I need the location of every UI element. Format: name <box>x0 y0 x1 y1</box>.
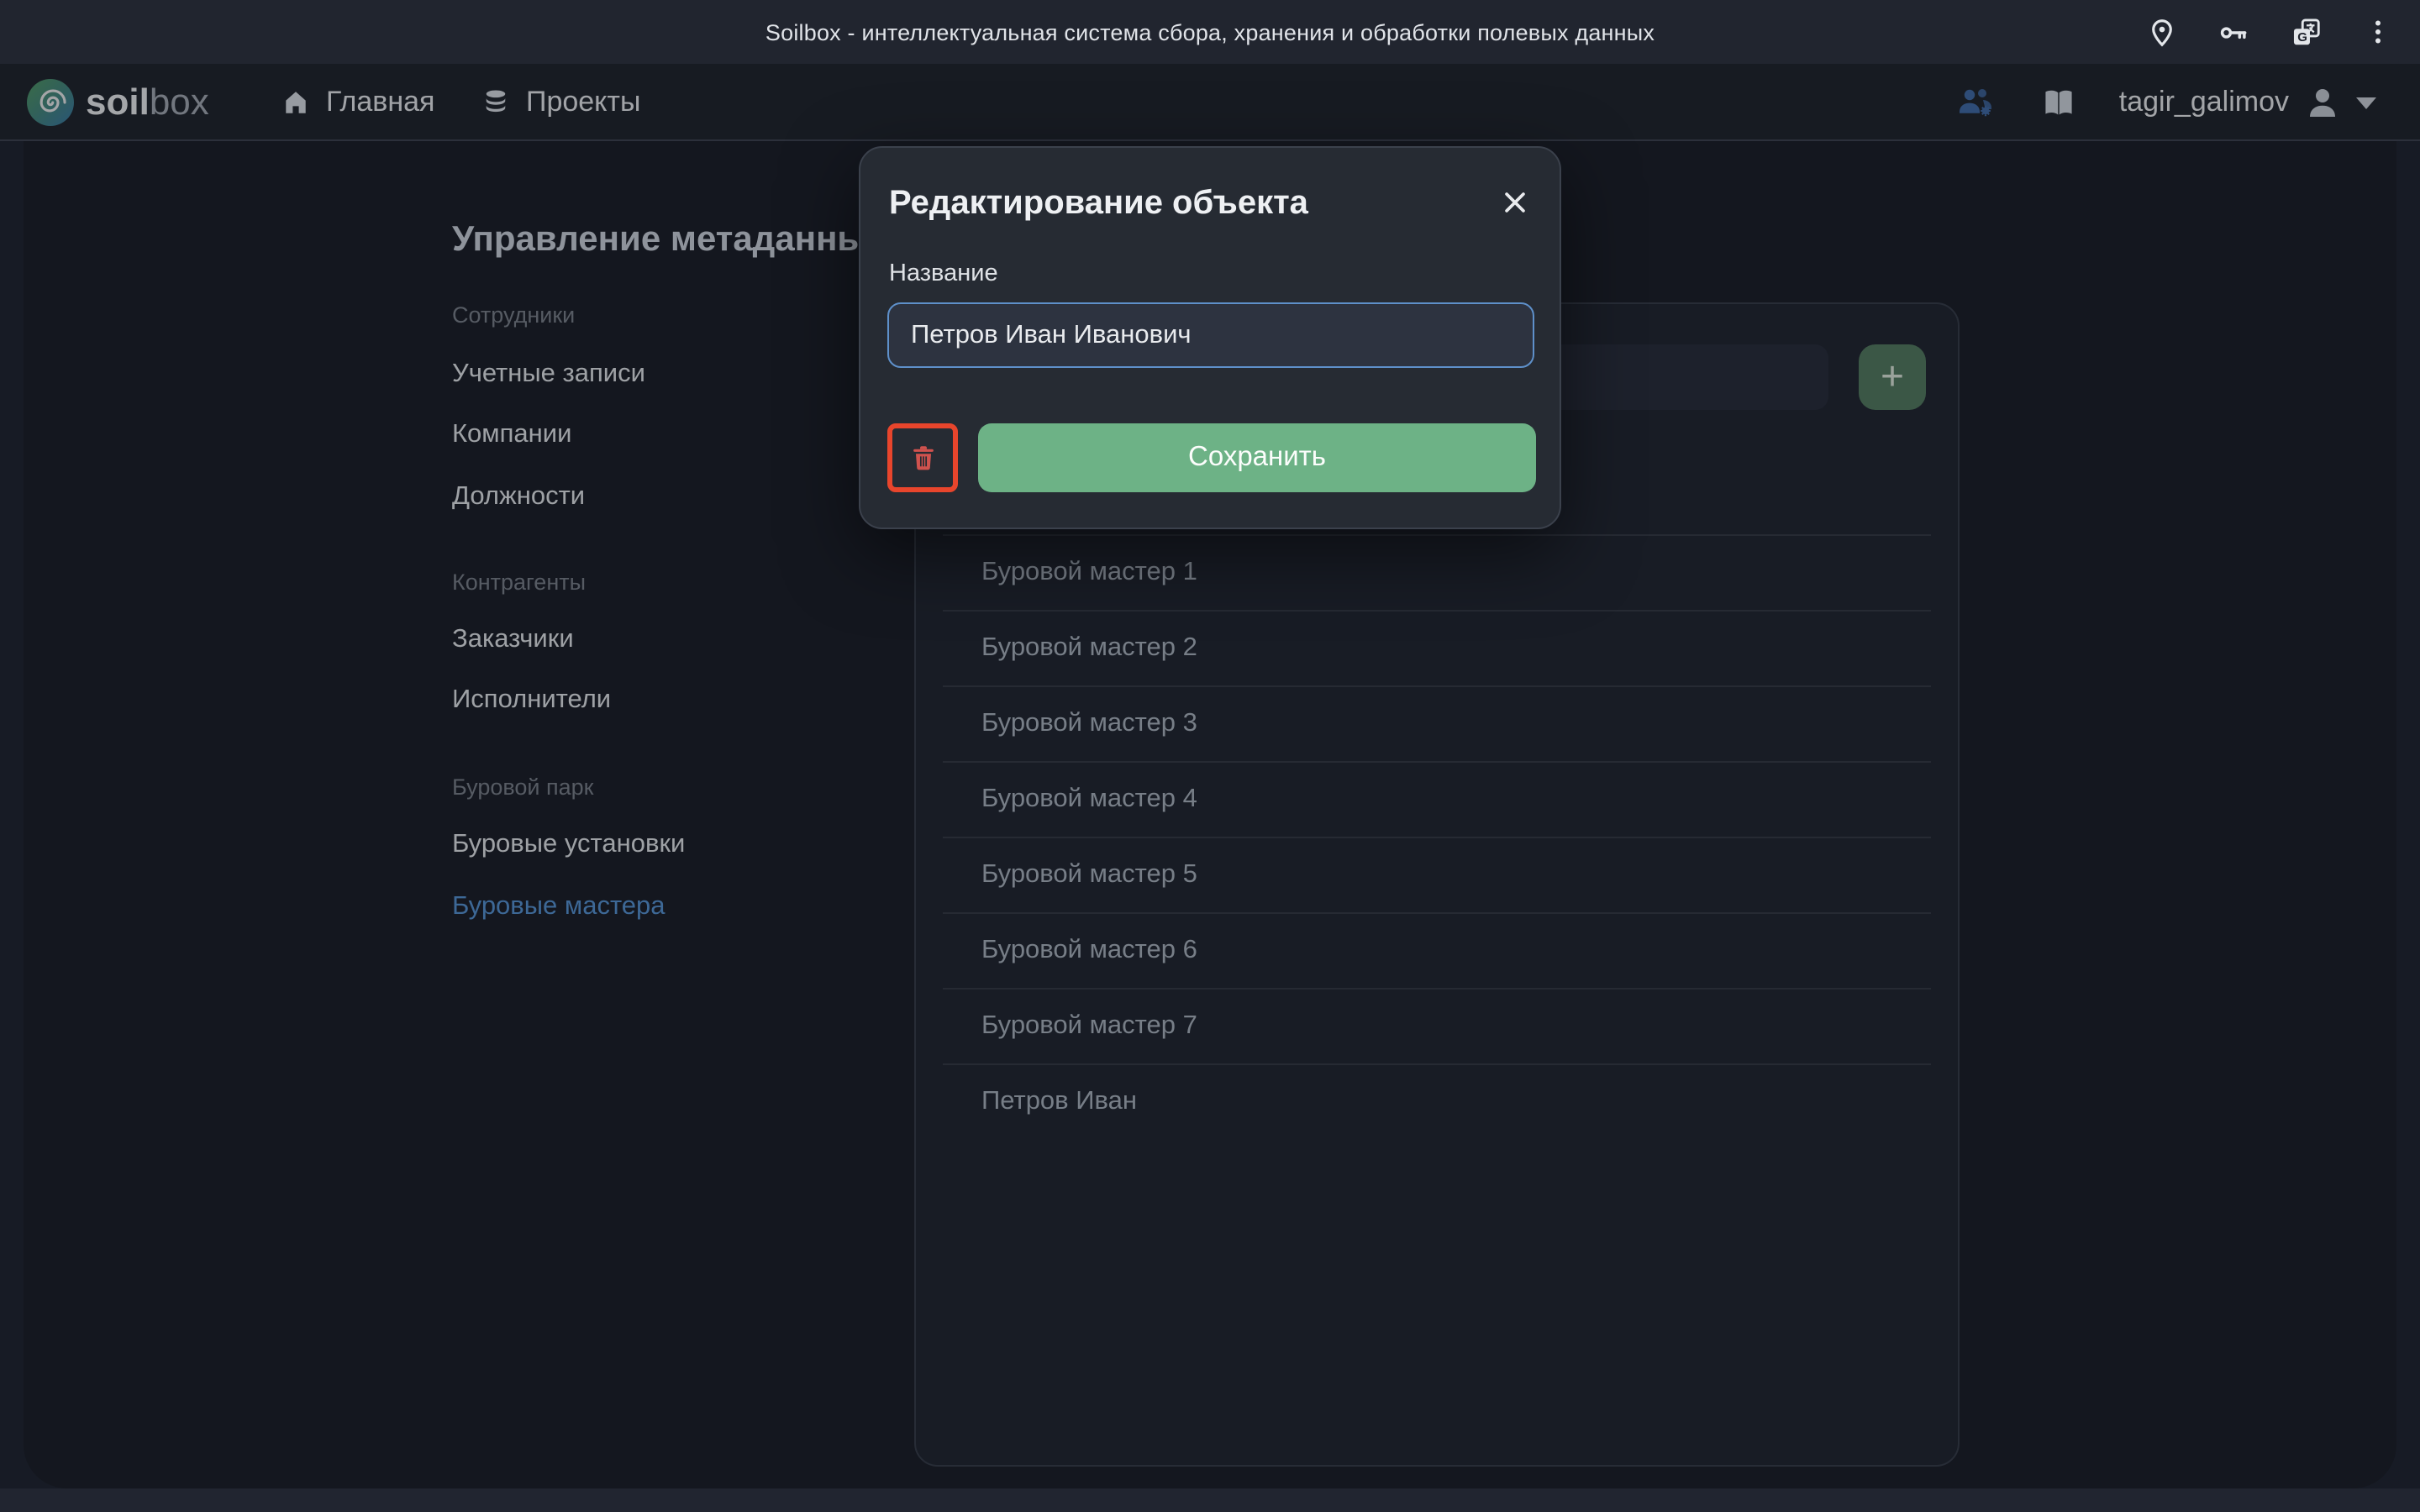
browser-titlebar: Soilbox - интеллектуальная система сбора… <box>0 0 2420 64</box>
modal-title: Редактирование объекта <box>889 185 1308 223</box>
name-input[interactable] <box>887 302 1534 368</box>
name-field-label: Название <box>889 260 998 287</box>
edit-object-modal: Редактирование объекта Название Сохранит… <box>859 146 1561 529</box>
location-icon[interactable] <box>2133 7 2190 57</box>
translate-icon[interactable]: G <box>2277 7 2334 57</box>
svg-text:G: G <box>2296 29 2307 44</box>
kebab-menu-icon[interactable] <box>2349 7 2407 57</box>
browser-title: Soilbox - интеллектуальная система сбора… <box>0 0 2420 64</box>
key-icon[interactable] <box>2205 7 2262 57</box>
browser-toolbar-icons: G <box>2133 0 2407 64</box>
save-button[interactable]: Сохранить <box>978 423 1536 492</box>
screen: Soilbox - интеллектуальная система сбора… <box>0 0 2420 1512</box>
modal-actions: Сохранить <box>887 423 1536 492</box>
close-icon[interactable] <box>1492 180 1536 223</box>
trash-icon <box>907 442 939 474</box>
delete-button[interactable] <box>887 423 958 492</box>
